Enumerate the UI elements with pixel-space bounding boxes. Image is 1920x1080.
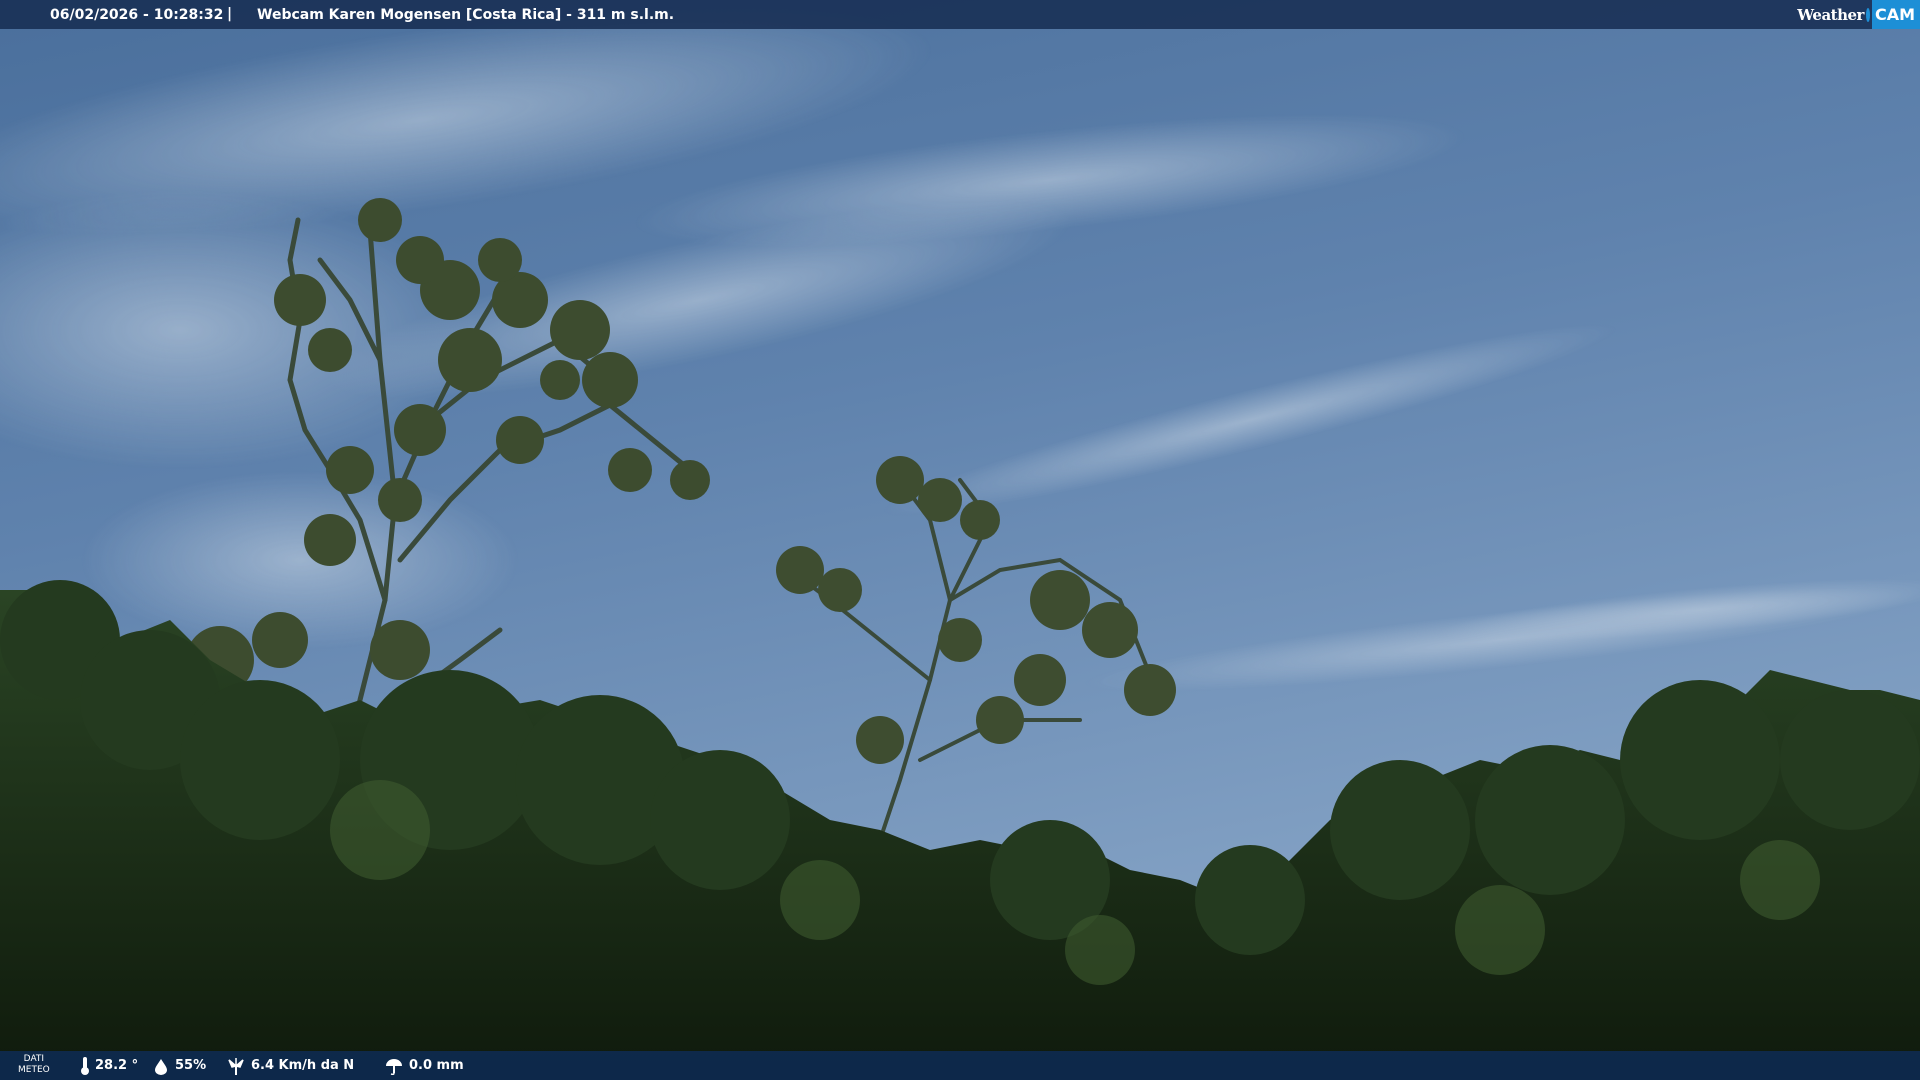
logo-weather-text: Weather bbox=[1797, 5, 1864, 24]
timestamp: 06/02/2026 - 10:28:32 bbox=[50, 7, 224, 23]
webcam-image bbox=[0, 0, 1920, 1080]
thermometer-icon bbox=[81, 1056, 89, 1075]
logo-cam-text: CAM bbox=[1871, 0, 1920, 29]
rain-readout: 0.0 mm bbox=[384, 1051, 464, 1080]
logo-dot-icon bbox=[1865, 7, 1870, 22]
temperature-readout: 28.2 ° bbox=[80, 1051, 138, 1080]
footer-weather-bar: DATI METEO 28.2 ° 55% 6.4 Km/h da N 0.0 … bbox=[0, 1051, 1920, 1080]
dati-meteo-label: DATI METEO bbox=[18, 1054, 50, 1075]
wind-icon bbox=[228, 1057, 244, 1075]
wind-readout: 6.4 Km/h da N bbox=[226, 1051, 354, 1080]
weathercam-logo: Weather CAM bbox=[1797, 0, 1920, 29]
humidity-readout: 55% bbox=[152, 1051, 206, 1080]
header-bar: 06/02/2026 - 10:28:32 | Webcam Karen Mog… bbox=[0, 0, 1920, 29]
webcam-title: Webcam Karen Mogensen [Costa Rica] - 311… bbox=[257, 7, 675, 23]
rain-icon bbox=[386, 1058, 402, 1075]
humidity-value: 55% bbox=[175, 1058, 207, 1073]
rain-value: 0.0 mm bbox=[409, 1058, 464, 1073]
temperature-value: 28.2 ° bbox=[95, 1058, 139, 1073]
wind-value: 6.4 Km/h da N bbox=[251, 1058, 355, 1073]
header-separator: | bbox=[227, 6, 233, 22]
humidity-icon bbox=[155, 1058, 167, 1075]
